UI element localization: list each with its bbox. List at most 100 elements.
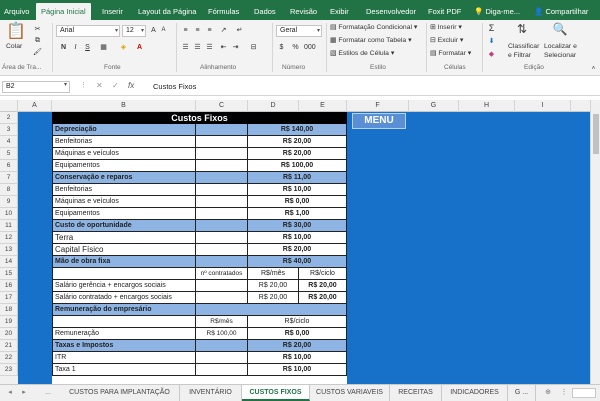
sort-filter-icon[interactable]: ⇅ <box>514 22 530 36</box>
row-value[interactable]: R$ 10,00 <box>248 364 347 376</box>
tab-inserir[interactable]: Inserir <box>102 3 123 20</box>
row-header[interactable]: 8 <box>0 184 18 196</box>
tab-revisao[interactable]: Revisão <box>290 3 317 20</box>
align-bottom-icon[interactable]: ≡ <box>204 25 215 36</box>
copy-icon[interactable]: ⧉ <box>32 35 43 46</box>
wrap-text-icon[interactable]: ↵ <box>234 25 245 36</box>
tab-layout-da-pagina[interactable]: Layout da Página <box>138 3 196 20</box>
enter-icon[interactable]: ✓ <box>112 81 119 90</box>
row-header[interactable]: 22 <box>0 352 18 364</box>
name-box[interactable]: B2 <box>2 81 70 93</box>
select-all-corner[interactable] <box>0 100 18 112</box>
empty-cell[interactable] <box>196 136 248 148</box>
paste-button[interactable]: Colar <box>6 42 22 52</box>
sheet-tab-custos-implantacao[interactable]: CUSTOS PARA IMPLANTAÇÃO <box>60 385 180 401</box>
align-left-icon[interactable]: ☰ <box>180 42 191 53</box>
row-header[interactable]: 15 <box>0 268 18 280</box>
align-top-icon[interactable]: ≡ <box>180 25 191 36</box>
row-header[interactable]: 3 <box>0 124 18 136</box>
formula-input[interactable]: Custos Fixos <box>150 81 598 93</box>
bold-icon[interactable]: N <box>58 42 69 53</box>
row-label[interactable]: Taxa 1 <box>52 364 196 376</box>
sheet-tab-more[interactable]: G ... <box>508 385 536 401</box>
decrease-indent-icon[interactable]: ⇤ <box>218 42 229 53</box>
conditional-format-button[interactable]: ▤ Formatação Condicional ▾ <box>330 23 417 33</box>
sheet-tab-receitas[interactable]: RECEITAS <box>390 385 442 401</box>
delete-cells-button[interactable]: ⊟ Excluir ▾ <box>430 36 463 46</box>
row-header[interactable]: 19 <box>0 316 18 328</box>
empty-cell[interactable] <box>196 280 248 292</box>
orientation-icon[interactable]: ↗ <box>218 25 229 36</box>
insert-function-icon[interactable]: fx <box>128 81 134 90</box>
tab-pagina-inicial[interactable]: Página Inicial <box>36 3 91 20</box>
row-value[interactable]: R$ 10,00 <box>248 232 347 244</box>
find-select-label-2[interactable]: Selecionar <box>544 51 576 61</box>
empty-cell[interactable] <box>52 268 196 280</box>
row-label[interactable]: Terra <box>52 232 196 244</box>
empty-cell[interactable] <box>196 148 248 160</box>
header-cell[interactable]: R$/mês <box>196 316 248 328</box>
empty-cell[interactable] <box>196 292 248 304</box>
decrease-font-icon[interactable]: A <box>158 25 169 36</box>
cut-icon[interactable]: ✂ <box>32 24 43 35</box>
chevron-down-icon[interactable]: ▾ <box>64 81 67 88</box>
header-cell[interactable]: R$/ciclo <box>299 268 347 280</box>
row-value[interactable]: R$ 20,00 <box>248 148 347 160</box>
row-label[interactable]: Taxas e Impostos <box>52 340 196 352</box>
column-header-g[interactable]: G <box>409 100 459 112</box>
row-header[interactable]: 6 <box>0 160 18 172</box>
italic-icon[interactable]: I <box>70 42 81 53</box>
row-label[interactable]: Benfeitorias <box>52 184 196 196</box>
column-header-i[interactable]: I <box>515 100 571 112</box>
scroll-left-icon[interactable]: ◂ <box>4 385 16 401</box>
row-header[interactable]: 5 <box>0 148 18 160</box>
row-value[interactable]: R$ 20,00 <box>248 244 347 256</box>
scrollbar-thumb[interactable] <box>593 114 599 154</box>
row-label[interactable]: Máquinas e veículos <box>52 196 196 208</box>
row-label[interactable]: Benfeitorias <box>52 136 196 148</box>
row-header[interactable]: 4 <box>0 136 18 148</box>
font-size-combo[interactable]: 12 ▾ <box>122 25 146 37</box>
row-header[interactable]: 16 <box>0 280 18 292</box>
row-value[interactable]: R$ 10,00 <box>248 184 347 196</box>
empty-cell[interactable] <box>52 316 196 328</box>
row-header[interactable]: 14 <box>0 256 18 268</box>
autosum-icon[interactable]: Σ <box>486 23 497 34</box>
column-header-a[interactable]: A <box>18 100 52 112</box>
share-button[interactable]: 👤 Compartilhar <box>534 3 588 20</box>
tab-dados[interactable]: Dados <box>254 3 276 20</box>
increase-indent-icon[interactable]: ⇥ <box>230 42 241 53</box>
format-painter-icon[interactable]: 🖌 <box>32 47 43 58</box>
row-value[interactable]: R$ 20,00 <box>248 280 299 292</box>
format-as-table-button[interactable]: ▦ Formatar como Tabela ▾ <box>330 36 412 46</box>
row-header[interactable]: 7 <box>0 172 18 184</box>
row-value[interactable]: R$ 100,00 <box>248 160 347 172</box>
header-cell[interactable]: nº contratados <box>196 268 248 280</box>
row-value[interactable]: R$ 30,00 <box>248 220 347 232</box>
row-header[interactable]: 11 <box>0 220 18 232</box>
empty-cell[interactable] <box>196 352 248 364</box>
row-label[interactable]: Conservação e reparos <box>52 172 196 184</box>
row-header[interactable]: 17 <box>0 292 18 304</box>
sheet-tab-custos-variaveis[interactable]: CUSTOS VARIAVEIS <box>310 385 390 401</box>
insert-cells-button[interactable]: ⊞ Inserir ▾ <box>430 23 462 33</box>
row-label[interactable]: Salário contratado + encargos sociais <box>52 292 196 304</box>
cell-styles-button[interactable]: ▧ Estilos de Célula ▾ <box>330 49 394 59</box>
row-header[interactable]: 10 <box>0 208 18 220</box>
number-format-combo[interactable]: Geral ▾ <box>276 25 322 37</box>
comma-style-icon[interactable]: 000 <box>304 42 316 53</box>
tell-me-box[interactable]: 💡 Diga-me... <box>474 3 520 20</box>
row-value[interactable]: R$ 40,00 <box>248 256 347 268</box>
row-label[interactable]: Custo de oportunidade <box>52 220 196 232</box>
sort-filter-label-2[interactable]: e Filtrar <box>508 51 531 61</box>
fill-icon[interactable]: ⬇ <box>486 36 497 47</box>
row-value[interactable]: R$ 20,00 <box>248 292 299 304</box>
tab-exibir[interactable]: Exibir <box>330 3 349 20</box>
empty-cell[interactable] <box>196 184 248 196</box>
empty-cell[interactable] <box>196 220 248 232</box>
row-value[interactable]: R$ 0,00 <box>248 328 347 340</box>
row-header[interactable]: 21 <box>0 340 18 352</box>
row-header[interactable]: 9 <box>0 196 18 208</box>
tab-formulas[interactable]: Fórmulas <box>208 3 239 20</box>
borders-icon[interactable]: ▦ <box>98 42 109 53</box>
